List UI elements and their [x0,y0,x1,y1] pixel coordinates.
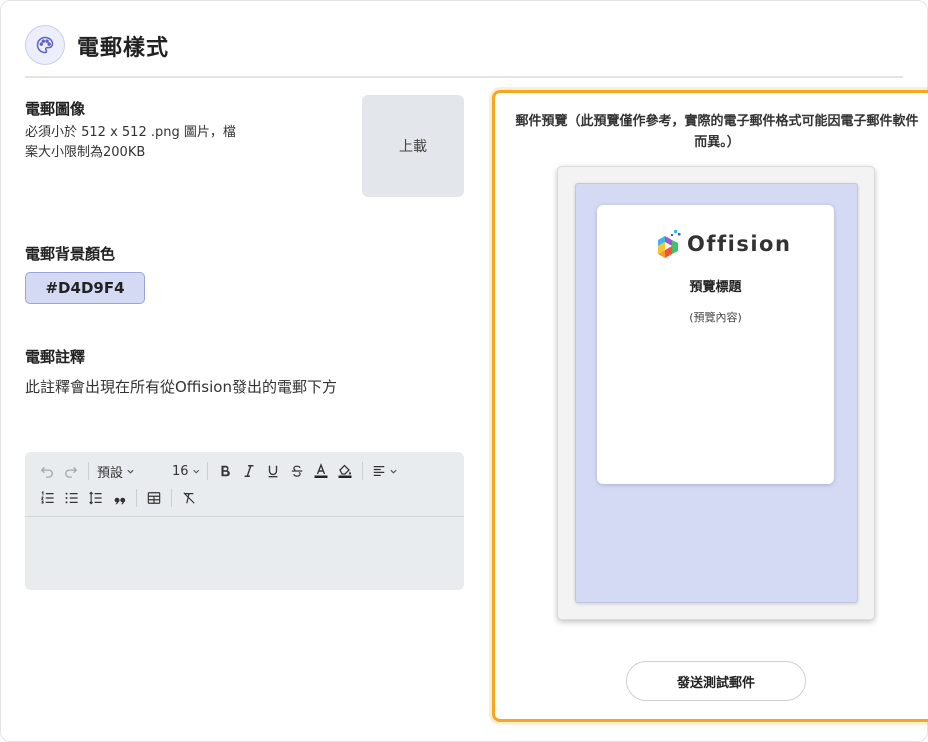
table-icon[interactable] [142,487,166,509]
send-test-email-button[interactable]: 發送測試郵件 [626,661,806,701]
header-divider [25,76,903,78]
undo-icon[interactable] [35,460,59,482]
toolbar-separator [136,489,137,507]
background-color-swatch[interactable]: #D4D9F4 [25,272,145,304]
highlight-color-icon[interactable] [333,460,357,482]
ordered-list-icon[interactable] [35,487,59,509]
email-image-description-line1: 必須小於 512 x 512 .png 圖片，檔 [25,125,236,140]
preview-body: (預覽內容) [689,311,742,324]
font-size-value: 16 [172,463,189,479]
bold-icon[interactable] [213,460,237,482]
preview-title: 預覽標題 [689,280,742,295]
editor-toolbar-row-1: 預設 16 [35,460,402,482]
bullet-list-icon[interactable] [59,487,83,509]
strikethrough-icon[interactable] [285,460,309,482]
offision-logo-icon [658,230,681,258]
align-left-icon [373,466,385,476]
toolbar-separator [207,462,208,480]
chevron-down-icon [390,469,397,474]
editor-toolbar-row-2 [35,487,201,509]
toolbar-separator [171,489,172,507]
footer-note-description: 此註釋會出現在所有從Offision發出的電郵下方 [25,378,337,396]
text-color-icon[interactable] [309,460,333,482]
chevron-down-icon [192,469,199,474]
font-size-dropdown[interactable]: 16 [170,460,202,482]
offision-logo: Offision [655,229,791,259]
align-dropdown[interactable] [368,460,402,482]
font-family-value: 預設 [96,465,123,481]
upload-button[interactable]: 上載 [362,95,464,197]
background-color-title: 電郵背景顏色 [25,245,116,263]
offision-logo-text: Offision [687,232,792,256]
redo-icon[interactable] [59,460,83,482]
footer-note-title: 電郵註釋 [25,348,86,366]
page-title: 電郵樣式 [77,36,170,61]
clear-formatting-icon[interactable] [177,487,201,509]
toolbar-separator [88,462,89,480]
footer-note-content-area[interactable] [35,524,454,582]
font-family-dropdown[interactable]: 預設 [94,460,138,482]
italic-icon[interactable] [237,460,261,482]
chevron-down-icon [127,469,134,474]
email-image-title: 電郵圖像 [25,100,86,118]
editor-toolbar-divider [25,516,464,517]
line-height-icon[interactable] [83,487,107,509]
footer-note-editor: 預設 16 [25,452,464,590]
underline-icon[interactable] [261,460,285,482]
email-image-description: 必須小於 512 x 512 .png 圖片，檔 案大小限制為200KB [25,123,236,163]
blockquote-icon[interactable] [107,487,131,509]
palette-icon [25,25,65,65]
toolbar-separator [362,462,363,480]
email-image-description-line2: 案大小限制為200KB [25,145,146,160]
preview-caption: 郵件預覽（此預覽僅作參考，實際的電子郵件格式可能因電子郵件軟件而異。） [515,114,919,150]
